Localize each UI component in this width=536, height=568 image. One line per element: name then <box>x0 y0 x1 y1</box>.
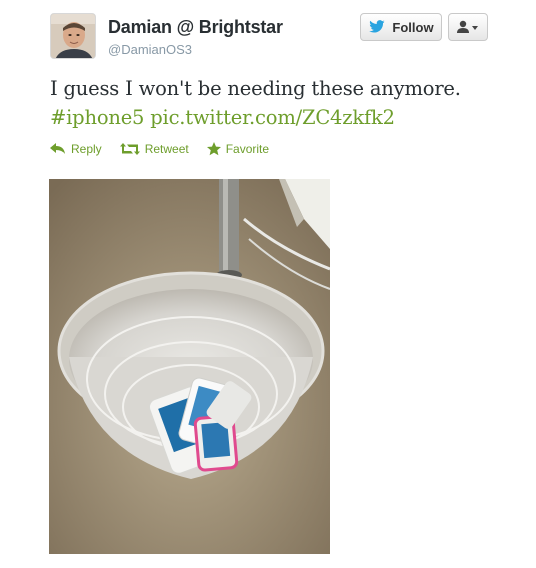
follow-button[interactable]: Follow <box>360 13 442 41</box>
retweet-action[interactable]: Retweet <box>119 142 189 156</box>
reply-arrow-icon <box>50 143 65 154</box>
user-menu-button[interactable] <box>448 13 488 41</box>
pic-link[interactable]: pic.twitter.com/ZC4zkfk2 <box>150 106 395 129</box>
retweet-icon <box>119 143 140 155</box>
tweet-text: I guess I won't be needing these anymore… <box>50 74 520 132</box>
twitter-bird-icon <box>369 20 386 33</box>
avatar[interactable] <box>50 13 96 59</box>
photo-image <box>49 179 330 554</box>
user-dropdown-icon <box>457 20 478 33</box>
user-name[interactable]: Damian @ Brightstar <box>108 17 283 38</box>
tweet-actions: Reply Retweet Favorite <box>50 142 269 156</box>
follow-label: Follow <box>392 19 434 35</box>
tweet-photo[interactable] <box>49 179 330 554</box>
avatar-image <box>51 14 95 58</box>
reply-label: Reply <box>71 142 102 156</box>
hashtag-link[interactable]: #iphone5 <box>50 106 144 129</box>
user-handle[interactable]: @DamianOS3 <box>108 42 192 57</box>
retweet-label: Retweet <box>144 142 189 156</box>
reply-action[interactable]: Reply <box>50 142 102 156</box>
star-icon <box>206 142 221 156</box>
favorite-action[interactable]: Favorite <box>206 142 270 156</box>
favorite-label: Favorite <box>225 142 270 156</box>
tweet-body: I guess I won't be needing these anymore… <box>50 77 461 100</box>
